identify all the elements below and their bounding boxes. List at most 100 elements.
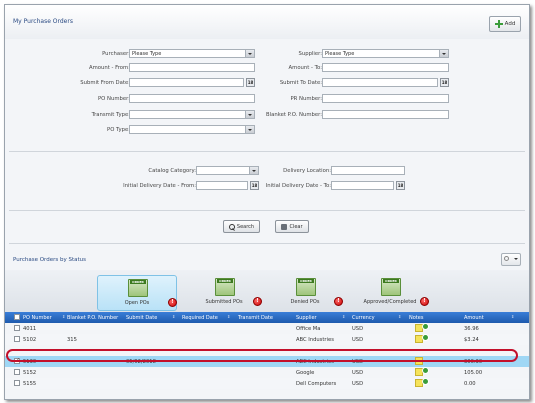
alert-icon: [253, 297, 262, 306]
submit-to-label: Submit To Date:: [279, 80, 322, 86]
status-label: Denied POs: [290, 299, 320, 305]
selected-row-highlight: [6, 349, 518, 362]
column-header-blanket-po[interactable]: Blanket P.O. Number: [67, 315, 118, 321]
sort-icon[interactable]: ⇕: [342, 314, 345, 319]
table-row[interactable]: 5102 315 ABC Industries USD $3.24: [5, 334, 529, 345]
calendar-icon[interactable]: 18: [250, 181, 259, 190]
po-number-label: PO Number:: [97, 96, 130, 102]
column-header-notes[interactable]: Notes: [409, 315, 423, 321]
sort-icon[interactable]: ⇕: [398, 314, 401, 319]
transmit-type-label: Transmit Type:: [91, 112, 130, 118]
chevron-down-icon: [514, 258, 518, 260]
column-header-currency[interactable]: Currency: [352, 315, 375, 321]
purchaser-value: Please Type: [132, 51, 162, 57]
search-button[interactable]: Search: [223, 220, 260, 233]
po-type-label: PO Type:: [107, 127, 130, 133]
currency-cell: USD: [352, 337, 364, 343]
add-note-icon[interactable]: [422, 378, 429, 385]
initial-delivery-to-field[interactable]: [331, 181, 394, 190]
divider: [9, 210, 525, 211]
plus-icon: [494, 20, 503, 28]
settings-button[interactable]: [501, 253, 521, 266]
status-denied-pos[interactable]: ORDER Denied POs: [265, 275, 345, 311]
column-header-amount[interactable]: Amount: [464, 315, 484, 321]
amount-cell: 105.00: [464, 370, 483, 376]
sort-icon[interactable]: ⇕: [511, 314, 514, 319]
row-checkbox[interactable]: [14, 369, 20, 375]
submit-from-field[interactable]: [129, 78, 244, 87]
column-header-transmit-date[interactable]: Transmit Date: [238, 315, 273, 321]
status-section-title: Purchase Orders by Status: [13, 257, 86, 263]
order-icon: ORDER: [381, 278, 401, 296]
status-label: Open POs: [124, 300, 150, 306]
amount-cell: 0.00: [464, 381, 476, 387]
search-button-label: Search: [236, 223, 255, 230]
blanket-po-field[interactable]: [322, 110, 449, 119]
column-header-po-number[interactable]: PO Number: [23, 315, 52, 321]
amount-to-field[interactable]: [322, 63, 449, 72]
po-number-cell: 5152: [23, 370, 37, 376]
status-label: Submitted POs: [205, 299, 243, 305]
purchase-orders-window: My Purchase Orders Add Purchaser: Please…: [4, 4, 530, 400]
column-header-supplier[interactable]: Supplier: [296, 315, 317, 321]
submit-from-label: Submit From Date:: [80, 80, 130, 86]
supplier-select[interactable]: Please Type: [322, 49, 449, 58]
transmit-type-select[interactable]: [129, 110, 255, 119]
chevron-down-icon: [249, 167, 258, 174]
delivery-location-field[interactable]: [331, 166, 405, 175]
submit-to-field[interactable]: [322, 78, 438, 87]
table-row[interactable]: 4011 Office Ma USD 36.96: [5, 323, 529, 334]
catalog-category-select[interactable]: [196, 166, 259, 175]
purchaser-select[interactable]: Please Type: [129, 49, 255, 58]
amount-from-field[interactable]: [129, 63, 255, 72]
calendar-icon[interactable]: 18: [396, 181, 405, 190]
table-row[interactable]: 5155 Dell Computers USD 0.00: [5, 378, 529, 389]
blanket-po-label: Blanket P.O. Number:: [266, 112, 322, 118]
add-note-icon[interactable]: [422, 334, 429, 341]
po-number-cell: 5155: [23, 381, 37, 387]
divider: [9, 151, 525, 152]
supplier-cell: ABC Industries: [296, 337, 334, 343]
clear-button[interactable]: Clear: [275, 220, 309, 233]
add-button[interactable]: Add: [489, 16, 521, 32]
row-checkbox[interactable]: [14, 336, 20, 342]
supplier-cell: Google: [296, 370, 315, 376]
order-icon: ORDER: [296, 278, 316, 296]
initial-delivery-from-field[interactable]: [196, 181, 248, 190]
add-note-icon[interactable]: [422, 323, 429, 330]
calendar-icon[interactable]: 18: [440, 78, 449, 87]
column-header-submit-date[interactable]: Submit Date: [126, 315, 157, 321]
add-note-icon[interactable]: [422, 367, 429, 374]
amount-cell: 36.96: [464, 326, 479, 332]
row-checkbox[interactable]: [14, 380, 20, 386]
delivery-location-label: Delivery Location:: [283, 168, 331, 174]
sort-icon[interactable]: ⇕: [172, 314, 175, 319]
po-type-select[interactable]: [129, 125, 255, 134]
clear-icon: [281, 223, 288, 230]
pr-number-field[interactable]: [322, 94, 449, 103]
currency-cell: USD: [352, 370, 364, 376]
status-approved-completed[interactable]: ORDER Approved/Completed: [350, 275, 430, 311]
initial-delivery-from-label: Initial Delivery Date - From:: [123, 183, 196, 189]
calendar-icon[interactable]: 18: [246, 78, 255, 87]
page-title: My Purchase Orders: [13, 18, 73, 25]
po-number-field[interactable]: [129, 94, 255, 103]
po-number-cell: 4011: [23, 326, 37, 332]
status-label: Approved/Completed: [363, 299, 417, 305]
divider: [9, 243, 525, 244]
status-submitted-pos[interactable]: ORDER Submitted POs: [184, 275, 264, 311]
chevron-down-icon: [245, 126, 254, 133]
table-row[interactable]: 5152 Google USD 105.00: [5, 367, 529, 378]
sort-icon[interactable]: ⇕: [62, 314, 65, 319]
supplier-label: Supplier:: [298, 51, 322, 57]
supplier-cell: Office Ma: [296, 326, 321, 332]
row-checkbox[interactable]: [14, 325, 20, 331]
column-header-required-date[interactable]: Required Date: [182, 315, 218, 321]
status-open-pos[interactable]: ORDER Open POs: [97, 275, 177, 311]
amount-to-label: Amount - To:: [288, 65, 322, 71]
select-all-checkbox[interactable]: [14, 314, 20, 320]
sort-icon[interactable]: ⇕: [227, 314, 230, 319]
clear-button-label: Clear: [289, 223, 303, 230]
chevron-down-icon: [245, 50, 254, 57]
alert-icon: [420, 297, 429, 306]
